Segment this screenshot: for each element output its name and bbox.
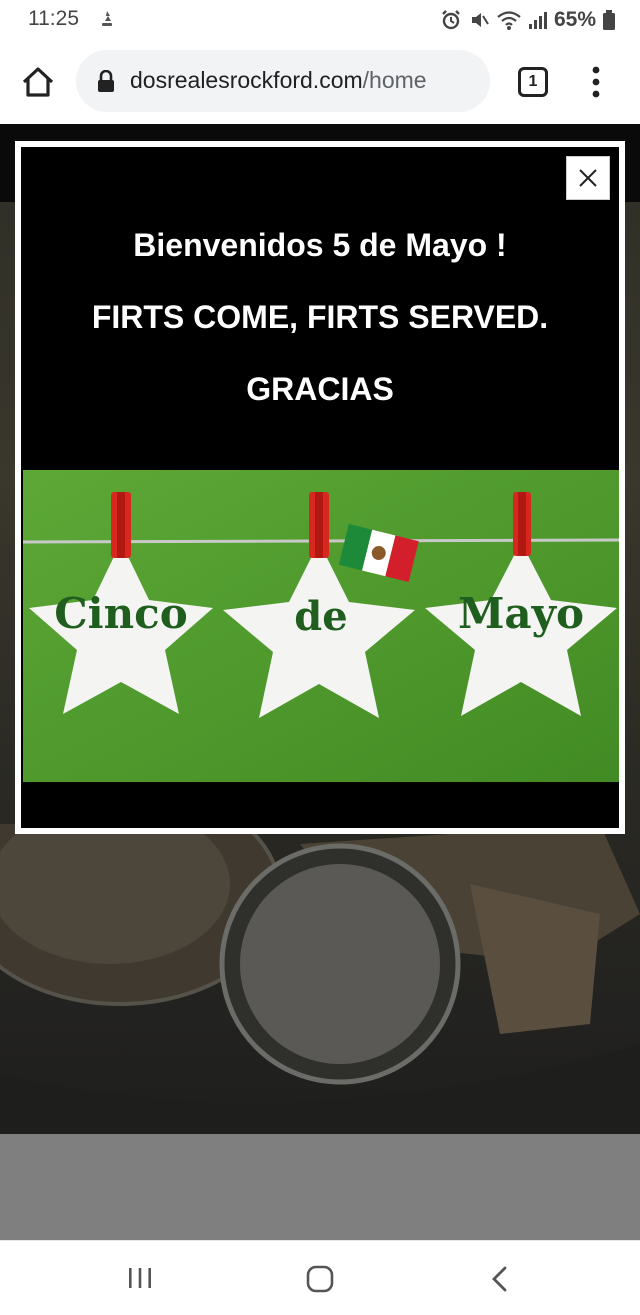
food-photo <box>0 824 640 1134</box>
wifi-icon <box>497 11 521 30</box>
mute-icon <box>471 13 489 27</box>
tab-switcher-button[interactable]: 1 <box>518 67 548 97</box>
battery-percent: 65% <box>553 8 596 31</box>
alarm-icon <box>442 10 460 30</box>
more-menu-icon[interactable] <box>582 64 610 100</box>
status-bar: 11:25 65% <box>0 0 640 40</box>
url-domain: dosrealesrockford.com <box>130 67 363 93</box>
home-nav-icon[interactable] <box>305 1265 335 1293</box>
banner-word-de: de <box>294 593 347 640</box>
promo-modal: Bienvenidos 5 de Mayo ! FIRTS COME, FIRT… <box>15 141 625 834</box>
banner-word-mayo: Mayo <box>458 589 584 638</box>
close-icon <box>579 169 597 187</box>
battery-icon <box>603 10 615 30</box>
notification-icon <box>102 11 112 26</box>
lock-icon <box>98 70 114 92</box>
modal-thanks: GRACIAS <box>246 371 394 407</box>
status-icons: 65% <box>440 6 616 34</box>
system-navigation-bar <box>0 1240 640 1315</box>
page-footer-area <box>0 1134 640 1240</box>
banner-word-cinco: Cinco <box>54 589 188 638</box>
browser-toolbar: dosrealesrockford.com/home 1 <box>0 40 640 124</box>
modal-subheading: FIRTS COME, FIRTS SERVED. <box>91 299 549 335</box>
url-path: /home <box>362 67 427 93</box>
address-bar[interactable]: dosrealesrockford.com/home <box>76 50 490 112</box>
home-icon[interactable] <box>18 62 58 102</box>
url-text[interactable]: dosrealesrockford.com/home <box>130 67 427 94</box>
modal-heading: Bienvenidos 5 de Mayo ! <box>133 227 507 263</box>
close-button[interactable] <box>566 156 610 200</box>
signal-icon <box>528 12 547 29</box>
status-time: 11:25 <box>28 7 79 30</box>
cinco-de-mayo-banner: Cinco de Mayo <box>23 470 619 782</box>
back-icon[interactable] <box>488 1265 510 1293</box>
recent-apps-icon[interactable] <box>126 1267 154 1289</box>
